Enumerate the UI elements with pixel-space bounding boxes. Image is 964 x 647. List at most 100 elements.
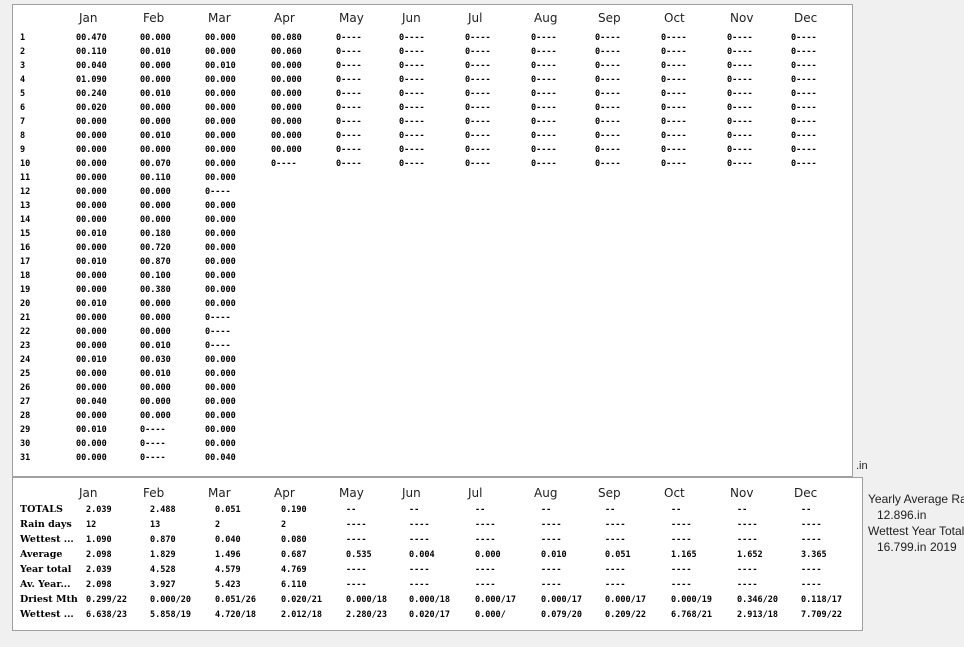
daily-value: 00.000 [76, 117, 107, 127]
daily-value: 00.000 [205, 257, 236, 267]
daily-value: 0---- [336, 145, 362, 155]
daily-value: 00.000 [205, 299, 236, 309]
daily-value: 0---- [661, 131, 687, 141]
summary-value: ---- [737, 535, 758, 545]
summary-row-label: Driest Mth [20, 594, 78, 605]
summary-value: 1.090 [86, 535, 112, 545]
daily-value: 00.080 [271, 33, 302, 43]
summary-value: 0.000/ [475, 610, 506, 620]
day-number: 7 [20, 117, 26, 127]
summary-value: 1.829 [150, 550, 176, 560]
daily-value: 00.000 [205, 173, 236, 183]
month-header: Jul [468, 11, 483, 25]
daily-value: 0---- [399, 89, 425, 99]
daily-value: 00.040 [76, 397, 107, 407]
summary-month-header: Oct [664, 486, 685, 500]
day-number: 3 [20, 61, 26, 71]
day-number: 8 [20, 131, 26, 141]
day-number: 11 [20, 173, 31, 183]
summary-value: 0.010 [541, 550, 567, 560]
summary-value: 0.118/17 [801, 595, 842, 605]
summary-row-label: Wettest ... [20, 609, 74, 620]
daily-value: 0---- [465, 145, 491, 155]
summary-value: 0.000/17 [475, 595, 516, 605]
summary-value: ---- [475, 580, 496, 590]
summary-value: 0.000/19 [671, 595, 712, 605]
daily-value: 0---- [727, 131, 753, 141]
daily-value: 0---- [399, 117, 425, 127]
summary-value: 0.299/22 [86, 595, 127, 605]
daily-value: 0---- [791, 159, 817, 169]
daily-value: 0---- [336, 117, 362, 127]
daily-value: 00.000 [140, 75, 171, 85]
month-header: Feb [143, 11, 165, 25]
wettest-year-value: 16.799.in [877, 540, 927, 554]
day-number: 15 [20, 229, 31, 239]
summary-value: 2.913/18 [737, 610, 778, 620]
daily-value: 00.000 [205, 439, 236, 449]
summary-value: 2 [215, 520, 221, 530]
daily-value: 0---- [595, 89, 621, 99]
daily-value: 00.010 [76, 257, 107, 267]
daily-value: 0---- [531, 61, 557, 71]
daily-value: 0---- [531, 117, 557, 127]
daily-value: 00.000 [76, 131, 107, 141]
daily-value: 00.000 [205, 89, 236, 99]
summary-value: 2.039 [86, 565, 112, 575]
summary-month-header: Mar [208, 486, 231, 500]
summary-value: ---- [541, 520, 562, 530]
day-number: 6 [20, 103, 26, 113]
daily-value: 0---- [727, 61, 753, 71]
summary-value: 0.535 [346, 550, 372, 560]
daily-value: 0---- [399, 131, 425, 141]
day-number: 19 [20, 285, 31, 295]
daily-value: 0---- [791, 145, 817, 155]
daily-value: 00.010 [205, 61, 236, 71]
daily-value: 0---- [661, 103, 687, 113]
daily-value: 00.000 [205, 103, 236, 113]
daily-value: 0---- [661, 117, 687, 127]
daily-value: 00.000 [271, 131, 302, 141]
daily-value: 00.000 [76, 187, 107, 197]
daily-value: 00.240 [76, 89, 107, 99]
summary-value: 2.488 [150, 505, 176, 515]
daily-value: 00.000 [140, 383, 171, 393]
day-number: 24 [20, 355, 31, 365]
summary-month-header: Nov [730, 486, 754, 500]
daily-value: 00.000 [205, 159, 236, 169]
daily-value: 00.000 [205, 425, 236, 435]
day-number: 18 [20, 271, 31, 281]
daily-value: 0---- [336, 61, 362, 71]
daily-value: 00.040 [76, 61, 107, 71]
daily-value: 0---- [271, 159, 297, 169]
daily-value: 01.090 [76, 75, 107, 85]
daily-value: 00.000 [76, 215, 107, 225]
daily-value: 00.010 [76, 229, 107, 239]
daily-value: 00.000 [76, 453, 107, 463]
month-header: May [339, 11, 364, 25]
summary-value: 3.365 [801, 550, 827, 560]
summary-value: 0.000/20 [150, 595, 191, 605]
wettest-year-label: Wettest Year Total [868, 524, 964, 538]
daily-value: 0---- [595, 103, 621, 113]
daily-value: 00.000 [76, 369, 107, 379]
daily-value: 00.870 [140, 257, 171, 267]
daily-value: 0---- [336, 33, 362, 43]
daily-value: 0---- [465, 89, 491, 99]
daily-value: 00.720 [140, 243, 171, 253]
daily-value: 00.020 [76, 103, 107, 113]
summary-value: ---- [346, 580, 367, 590]
daily-value: 00.110 [76, 47, 107, 57]
day-number: 17 [20, 257, 31, 267]
summary-value: 0.020/17 [409, 610, 450, 620]
daily-value: 00.000 [76, 411, 107, 421]
day-number: 27 [20, 397, 31, 407]
daily-value: 00.000 [205, 397, 236, 407]
day-number: 30 [20, 439, 31, 449]
daily-value: 00.010 [140, 89, 171, 99]
summary-row-label: Av. Year... [20, 579, 71, 590]
daily-value: 0---- [661, 89, 687, 99]
daily-value: 00.000 [205, 369, 236, 379]
day-number: 2 [20, 47, 26, 57]
daily-value: 00.000 [76, 201, 107, 211]
